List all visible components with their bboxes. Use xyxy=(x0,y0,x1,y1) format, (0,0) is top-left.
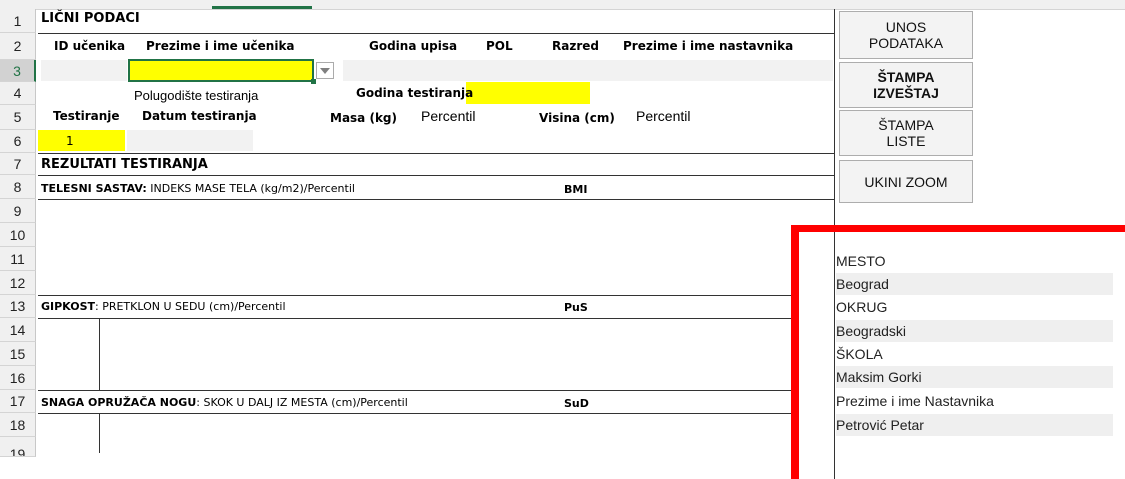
unos-line1: UNOS xyxy=(885,19,927,35)
nastavnik-value[interactable]: Petrović Petar xyxy=(836,414,1113,436)
red-annotation-top xyxy=(791,225,1125,232)
row-header-1[interactable]: 1 xyxy=(0,9,36,33)
row-header-7[interactable]: 7 xyxy=(0,153,36,175)
id-ucenika-header: ID učenika xyxy=(54,39,126,53)
row-header-15[interactable]: 15 xyxy=(0,342,36,366)
pus-label: PuS xyxy=(564,301,588,314)
snaga-divider xyxy=(99,413,100,453)
red-annotation-left xyxy=(791,225,799,479)
percentil-masa-header: Percentil xyxy=(421,108,476,124)
pol-header: POL xyxy=(486,39,513,53)
rezultati-top-line xyxy=(38,153,834,154)
telesni-underline xyxy=(38,199,834,200)
unos-line2: PODATAKA xyxy=(868,35,944,51)
telesni-sastav-label: TELESNI SASTAV: INDEKS MASE TELA (kg/m2)… xyxy=(41,182,355,195)
stampa-izvestaj-button[interactable]: ŠTAMPA IZVEŠTAJ xyxy=(839,62,973,108)
visina-header: Visina (cm) xyxy=(539,111,615,125)
testiranje-value: 1 xyxy=(66,134,74,148)
gipkost-top-line xyxy=(38,295,792,296)
godina-testiranja-label: Godina testiranja xyxy=(356,86,474,100)
chevron-down-icon xyxy=(320,67,330,74)
ukini-zoom-label: UKINI ZOOM xyxy=(864,173,948,190)
mesto-value[interactable]: Beograd xyxy=(836,273,1113,295)
row-header-11[interactable]: 11 xyxy=(0,247,36,271)
datum-testiranja-header: Datum testiranja xyxy=(142,109,257,123)
title-underline xyxy=(38,33,834,34)
row-header-12[interactable]: 12 xyxy=(0,271,36,295)
gipkost-label: GIPKOST: PRETKLON U SEDU (cm)/Percentil xyxy=(41,300,286,313)
dropdown-button[interactable] xyxy=(316,62,334,79)
godina-upisa-header: Godina upisa xyxy=(369,39,458,53)
stampa-izvestaj-line2: IZVEŠTAJ xyxy=(873,85,939,101)
stampa-liste-button[interactable]: ŠTAMPA LISTE xyxy=(839,110,973,156)
snaga-top-line xyxy=(38,390,792,391)
masa-header: Masa (kg) xyxy=(330,111,397,125)
ukini-zoom-button[interactable]: UKINI ZOOM xyxy=(839,160,973,203)
rezultati-title: REZULTATI TESTIRANJA xyxy=(41,157,208,172)
spreadsheet: 1 2 3 4 5 6 7 8 9 10 11 12 13 14 15 16 17 18 19 LIČNI PODA… xyxy=(0,0,1125,479)
snaga-label: SNAGA OPRUŽAČA NOGU: SKOK U DALJ IZ MEST… xyxy=(41,396,408,409)
razred-header: Razred xyxy=(552,39,599,53)
polugodiste-label: Polugodište testiranja xyxy=(134,88,259,103)
student-info-cells[interactable] xyxy=(343,60,833,81)
row-header-19[interactable]: 19 xyxy=(0,437,36,457)
row-header-16[interactable]: 16 xyxy=(0,366,36,390)
prezime-ucenika-header: Prezime i ime učenika xyxy=(146,39,295,53)
row-header-18[interactable]: 18 xyxy=(0,413,36,437)
selected-column-marker xyxy=(212,6,312,9)
testiranje-input[interactable] xyxy=(38,130,125,151)
gipkost-underline xyxy=(38,318,792,319)
row-header-3[interactable]: 3 xyxy=(0,60,36,82)
stampa-izvestaj-line1: ŠTAMPA xyxy=(877,69,935,85)
rezultati-bottom-line xyxy=(38,175,834,176)
row-header-5[interactable]: 5 xyxy=(0,105,36,130)
okrug-label: OKRUG xyxy=(836,299,888,315)
gipkost-divider xyxy=(99,318,100,390)
row-header-9[interactable]: 9 xyxy=(0,199,36,223)
row-header-8[interactable]: 8 xyxy=(0,175,36,199)
percentil-visina-header: Percentil xyxy=(636,108,691,124)
row-header-13[interactable]: 13 xyxy=(0,295,36,318)
godina-testiranja-input[interactable] xyxy=(466,82,590,104)
skola-label: ŠKOLA xyxy=(836,346,883,362)
table-right-border xyxy=(834,9,835,479)
unos-podataka-button[interactable]: UNOS PODATAKA xyxy=(839,11,973,59)
stampa-liste-line2: LISTE xyxy=(886,133,926,149)
sud-label: SuD xyxy=(564,397,589,410)
snaga-underline xyxy=(38,413,792,414)
row-header-10[interactable]: 10 xyxy=(0,223,36,247)
row-header-2[interactable]: 2 xyxy=(0,33,36,60)
row-header-6[interactable]: 6 xyxy=(0,130,36,153)
active-cell-border xyxy=(128,59,314,82)
licni-podaci-title: LIČNI PODACI xyxy=(41,11,140,26)
nastavnik-label: Prezime i ime Nastavnika xyxy=(836,393,994,409)
row-header-17[interactable]: 17 xyxy=(0,390,36,413)
stampa-liste-line1: ŠTAMPA xyxy=(878,117,934,133)
prezime-nastavnika-header: Prezime i ime nastavnika xyxy=(623,39,794,53)
id-ucenika-cell[interactable] xyxy=(41,60,127,81)
row-header-4[interactable]: 4 xyxy=(0,82,36,105)
column-header-strip xyxy=(0,0,1125,10)
okrug-value[interactable]: Beogradski xyxy=(836,320,1113,342)
skola-value[interactable]: Maksim Gorki xyxy=(836,366,1113,388)
row-header-14[interactable]: 14 xyxy=(0,318,36,342)
fill-handle[interactable] xyxy=(311,79,316,84)
testiranje-header: Testiranje xyxy=(53,109,120,123)
bmi-label: BMI xyxy=(564,183,588,196)
datum-testiranja-cell[interactable] xyxy=(127,130,253,151)
mesto-label: MESTO xyxy=(836,253,886,269)
